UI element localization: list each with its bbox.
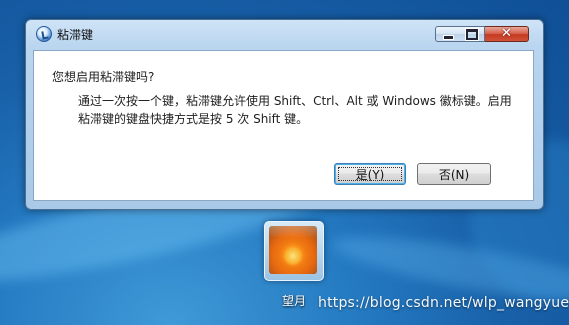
focus-rectangle bbox=[338, 167, 402, 181]
close-icon: ✕ bbox=[501, 26, 512, 41]
user-tile[interactable] bbox=[264, 221, 324, 281]
sticky-keys-dialog: 粘滞键 ✕ 您想启用粘滞键吗? 通过一次按一个键，粘滞键允许使用 Shift、C… bbox=[25, 19, 544, 210]
dialog-question: 您想启用粘滞键吗? bbox=[52, 70, 155, 84]
yes-button[interactable]: 是(Y) bbox=[334, 163, 406, 185]
dialog-detail-text: 通过一次按一个键，粘滞键允许使用 Shift、Ctrl、Alt 或 Window… bbox=[78, 94, 512, 126]
minimize-icon bbox=[442, 34, 454, 40]
no-button-label: 否(N) bbox=[438, 167, 470, 182]
user-avatar-flower-picture bbox=[269, 226, 317, 274]
maximize-button[interactable] bbox=[460, 26, 485, 42]
minimize-button[interactable] bbox=[435, 26, 461, 42]
no-button[interactable]: 否(N) bbox=[417, 163, 491, 185]
window-title: 粘滞键 bbox=[57, 28, 94, 42]
watermark-text: https://blog.csdn.net/wlp_wangyue bbox=[318, 295, 569, 311]
close-button[interactable]: ✕ bbox=[485, 26, 529, 42]
user-name[interactable]: 望月 bbox=[282, 292, 306, 309]
maximize-icon bbox=[466, 28, 478, 40]
ease-of-access-icon bbox=[36, 26, 52, 42]
title-bar[interactable]: 粘滞键 ✕ bbox=[26, 20, 543, 51]
dialog-content: 您想启用粘滞键吗? 通过一次按一个键，粘滞键允许使用 Shift、Ctrl、Al… bbox=[33, 50, 534, 201]
